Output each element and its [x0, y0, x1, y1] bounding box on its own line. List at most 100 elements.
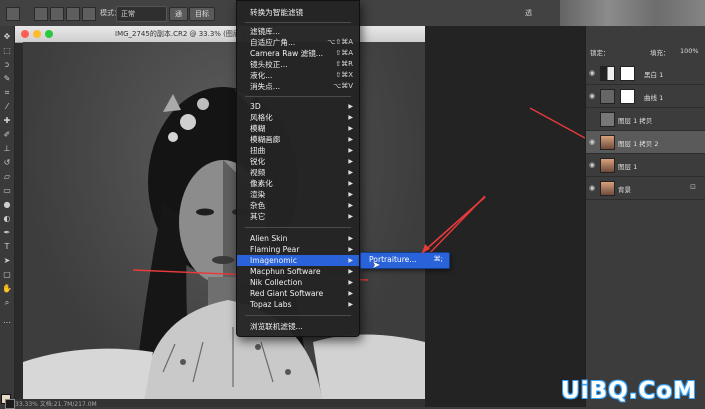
healing-tool-icon[interactable]: ✚ [2, 116, 12, 126]
zoom-tool-icon[interactable]: ⌕ [2, 298, 12, 308]
menu-item-render[interactable]: 渲染 ▶ [237, 189, 359, 200]
submenu-arrow-icon: ▶ [348, 147, 353, 154]
fill-label: 填充： [650, 49, 670, 57]
eye-icon[interactable]: ◉ [589, 184, 595, 192]
submenu-arrow-icon: ▶ [348, 103, 353, 110]
hand-tool-icon[interactable]: ✋ [2, 284, 12, 294]
type-tool-icon[interactable]: T [2, 242, 12, 252]
pen-tool-icon[interactable]: ✒ [2, 228, 12, 238]
layer-name: 曲线 1 [644, 94, 664, 102]
intersect-selection-icon[interactable] [82, 7, 96, 21]
menu-item-other[interactable]: 其它 ▶ [237, 211, 359, 222]
submenu-arrow-icon: ▶ [348, 279, 353, 286]
menu-item-distort[interactable]: 扭曲 ▶ [237, 145, 359, 156]
lock-label: 锁定： [590, 49, 610, 57]
layer-row-layer1[interactable]: ◉ 图层 1 [586, 154, 705, 177]
fill-value[interactable]: 100% [680, 47, 699, 55]
submenu-arrow-icon: ▶ [348, 125, 353, 132]
menu-item-imagenomic[interactable]: Imagenomic ▶ [237, 255, 359, 266]
submenu-arrow-icon: ▶ [348, 268, 353, 275]
layer-row-copy[interactable]: 图层 1 拷贝 [586, 108, 705, 131]
submenu-arrow-icon: ▶ [348, 180, 353, 187]
gradient-tool-icon[interactable]: ▭ [2, 186, 12, 196]
menu-item-vanishing-point[interactable]: 消失点... ⌥⌘V [237, 81, 359, 92]
stamp-tool-icon[interactable]: ⊥ [2, 144, 12, 154]
layer-row-copy2[interactable]: ◉ 图层 1 拷贝 2 [586, 131, 705, 154]
menu-item-stylize[interactable]: 风格化 ▶ [237, 112, 359, 123]
button-1[interactable]: 通 [169, 7, 188, 21]
lasso-tool-icon[interactable]: ↄ [2, 60, 12, 70]
eye-icon[interactable]: ◉ [589, 92, 595, 100]
brush-tool-icon[interactable]: ✐ [2, 130, 12, 140]
add-selection-icon[interactable] [50, 7, 64, 21]
layer-row-curves1[interactable]: ◉ 曲线 1 [586, 85, 705, 108]
mode-select[interactable]: 正常 [116, 6, 167, 22]
adjustment-thumbnail [600, 89, 615, 104]
menu-item-topaz-labs[interactable]: Topaz Labs ▶ [237, 299, 359, 310]
menu-item-alien-skin[interactable]: Alien Skin ▶ [237, 233, 359, 244]
submenu-arrow-icon: ▶ [348, 202, 353, 209]
background-color-swatch[interactable] [5, 399, 15, 409]
menu-item-noise[interactable]: 杂色 ▶ [237, 200, 359, 211]
eye-icon[interactable]: ◉ [589, 138, 595, 146]
menu-item-nik-collection[interactable]: Nik Collection ▶ [237, 277, 359, 288]
eraser-tool-icon[interactable]: ▱ [2, 172, 12, 182]
menu-item-macphun[interactable]: Macphun Software ▶ [237, 266, 359, 277]
menu-item-camera-raw[interactable]: Camera Raw 滤镜... ⇧⌘A [237, 48, 359, 59]
menu-separator [245, 22, 351, 23]
menu-item-adaptive-wide-angle[interactable]: 自适应广角... ⌥⇧⌘A [237, 37, 359, 48]
layer-name: 图层 1 [618, 163, 638, 171]
menu-item-blur[interactable]: 模糊 ▶ [237, 123, 359, 134]
blur-tool-icon[interactable]: ● [2, 200, 12, 210]
subtract-selection-icon[interactable] [66, 7, 80, 21]
tools-panel: ✥ ⬚ ↄ ✎ ⌗ ⁄ ✚ ✐ ⊥ ↺ ▱ ▭ ● ◐ ✒ T ➤ ▢ ✋ ⌕ … [0, 26, 15, 409]
layer-row-bw1[interactable]: ◉ 黑白 1 [586, 62, 705, 85]
menu-item-liquify[interactable]: 液化... ⇧⌘X [237, 70, 359, 81]
submenu-arrow-icon: ▶ [348, 213, 353, 220]
adjustment-thumbnail [600, 66, 615, 81]
layer-thumbnail [600, 112, 615, 127]
watermark-logo: UiBQ.CoM [561, 378, 697, 404]
crop-tool-icon[interactable]: ⌗ [2, 88, 12, 98]
minimize-window-button[interactable] [33, 30, 41, 38]
zoom-window-button[interactable] [45, 30, 53, 38]
canvas-photo[interactable] [23, 42, 425, 407]
mouse-cursor-icon: ➤ [372, 260, 381, 271]
layer-row-background[interactable]: ◉ 背景 ⊡ [586, 177, 705, 200]
menu-item-pixelate[interactable]: 像素化 ▶ [237, 178, 359, 189]
layers-panel: 锁定： 填充： 100% ◉ 黑白 1 ◉ 曲线 1 图层 1 拷贝 ◉ 图层 … [585, 26, 705, 407]
new-selection-icon[interactable] [34, 7, 48, 21]
move-tool-icon[interactable]: ✥ [2, 32, 12, 42]
tool-preset-icon[interactable] [6, 7, 20, 21]
close-window-button[interactable] [21, 30, 29, 38]
more-tools-icon[interactable]: … [2, 316, 12, 326]
shape-tool-icon[interactable]: ▢ [2, 270, 12, 280]
document-titlebar: IMG_2745的副本.CR2 @ 33.3% (图层 1, RGB/8*) [15, 26, 425, 43]
history-brush-icon[interactable]: ↺ [2, 158, 12, 168]
menu-item-red-giant[interactable]: Red Giant Software ▶ [237, 288, 359, 299]
eye-icon[interactable]: ◉ [589, 69, 595, 77]
menu-item-convert-smart-filter[interactable]: 转换为智能滤镜 [237, 7, 359, 18]
marquee-tool-icon[interactable]: ⬚ [2, 46, 12, 56]
layer-thumbnail [600, 158, 615, 173]
menu-item-video[interactable]: 视频 ▶ [237, 167, 359, 178]
submenu-arrow-icon: ▶ [348, 136, 353, 143]
eyedropper-tool-icon[interactable]: ⁄ [2, 102, 12, 112]
menu-item-3d[interactable]: 3D ▶ [237, 101, 359, 112]
menu-item-filter-gallery[interactable]: 滤镜库... [237, 26, 359, 37]
submenu-arrow-icon: ▶ [348, 301, 353, 308]
menu-item-flaming-pear[interactable]: Flaming Pear ▶ [237, 244, 359, 255]
dodge-tool-icon[interactable]: ◐ [2, 214, 12, 224]
button-2[interactable]: 目标 [189, 7, 215, 21]
eye-icon[interactable]: ◉ [589, 161, 595, 169]
layer-name: 图层 1 拷贝 2 [618, 140, 659, 148]
annotation-arrow-portraiture [421, 196, 486, 254]
submenu-arrow-icon: ▶ [348, 158, 353, 165]
submenu-arrow-icon: ▶ [348, 246, 353, 253]
menu-item-lens-correction[interactable]: 镜头校正... ⇧⌘R [237, 59, 359, 70]
path-select-icon[interactable]: ➤ [2, 256, 12, 266]
menu-item-browse-online-filters[interactable]: 浏览联机滤镜... [237, 321, 359, 332]
menu-item-blur-gallery[interactable]: 模糊画廊 ▶ [237, 134, 359, 145]
menu-item-sharpen[interactable]: 锐化 ▶ [237, 156, 359, 167]
quick-select-tool-icon[interactable]: ✎ [2, 74, 12, 84]
